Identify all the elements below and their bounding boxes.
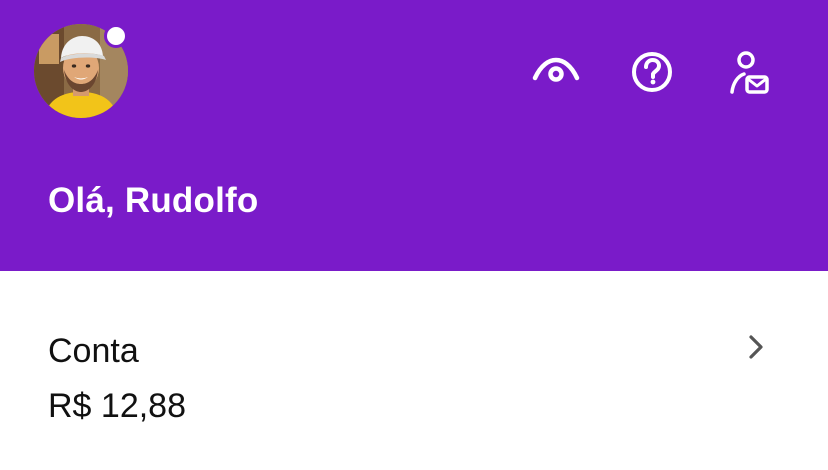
help-button[interactable] [628,50,676,98]
greeting-title: Olá, Rudolfo [48,181,259,220]
account-card[interactable]: Conta R$ 12,88 [0,271,828,470]
account-title: Conta [48,332,139,370]
eye-icon [532,57,580,82]
chevron-right-icon [749,335,763,359]
notification-dot [104,24,128,48]
account-balance: R$ 12,88 [48,387,186,425]
help-circle-icon [632,52,672,92]
user-mail-icon [730,51,769,94]
invite-friends-button[interactable] [724,50,772,98]
profile-avatar-button[interactable] [34,24,128,120]
header: Olá, Rudolfo [0,0,828,271]
toggle-balance-visibility-button[interactable] [532,50,580,98]
